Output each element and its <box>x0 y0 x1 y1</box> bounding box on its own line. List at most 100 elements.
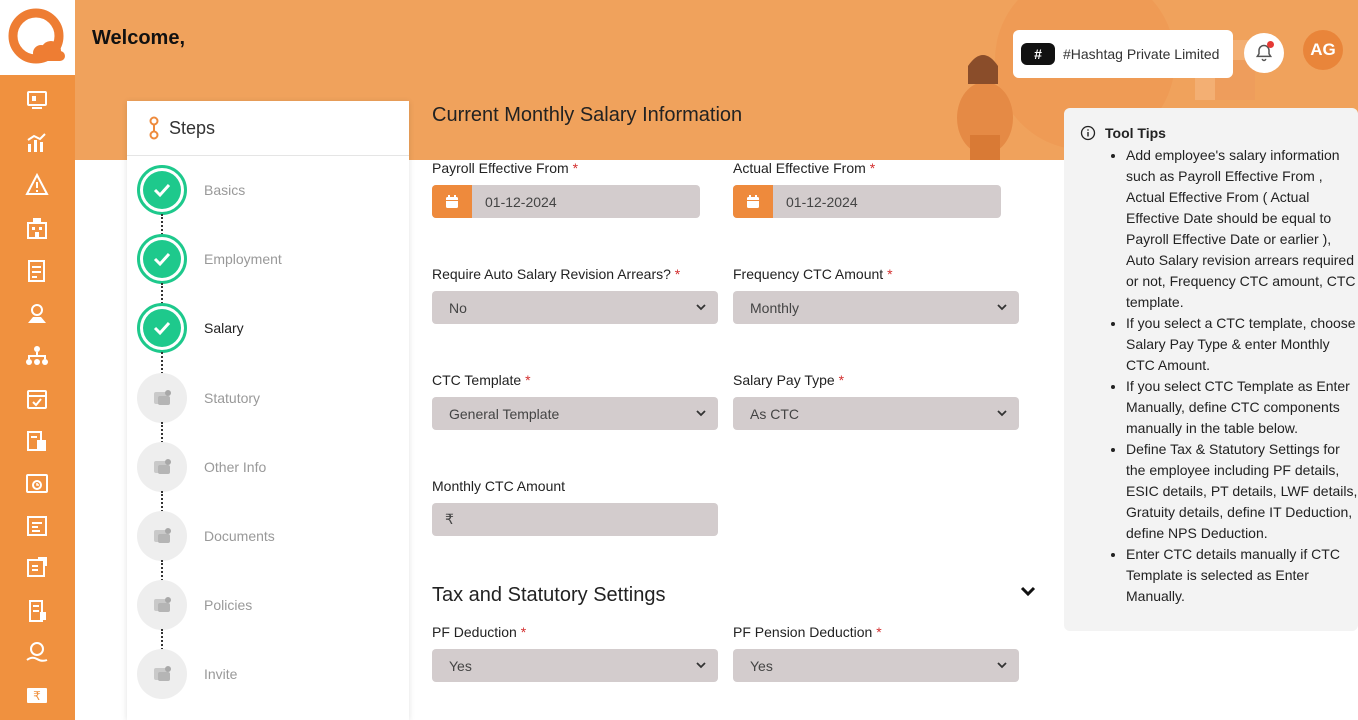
step-illustration-icon <box>154 459 171 474</box>
sidebar-item-analytics[interactable] <box>22 128 52 158</box>
reports-icon <box>27 516 47 536</box>
user-avatar[interactable]: AG <box>1303 30 1343 70</box>
pf-deduction-select[interactable]: Yes <box>432 649 718 682</box>
company-selector[interactable]: # #Hashtag Private Limited <box>1013 30 1233 78</box>
payroll-date-picker-button[interactable] <box>432 185 472 218</box>
payroll-effective-from-label: Payroll Effective From * <box>432 160 579 176</box>
payroll-effective-from-input[interactable]: 01-12-2024 <box>432 185 700 218</box>
step-illustration-icon <box>154 390 171 405</box>
step-complete-indicator <box>137 234 187 284</box>
step-other-info[interactable]: Other Info <box>137 441 397 493</box>
chevron-down-icon <box>997 304 1007 311</box>
notification-dot <box>1267 41 1274 48</box>
documents-icon <box>29 600 46 622</box>
frequency-ctc-select[interactable]: Monthly <box>733 291 1019 324</box>
org-chart-icon <box>26 346 48 365</box>
chevron-down-icon <box>696 410 706 417</box>
notifications-button[interactable] <box>1244 33 1284 73</box>
calendar-check-icon <box>27 390 47 409</box>
chevron-down-icon[interactable] <box>1018 584 1038 600</box>
tooltips-panel: Tool Tips Add employee's salary informat… <box>1064 108 1358 631</box>
sidebar-item-payslip[interactable] <box>22 426 52 456</box>
step-label: Other Info <box>204 459 267 475</box>
expense-icon <box>27 557 47 577</box>
sidebar-item-documents[interactable] <box>22 596 52 626</box>
step-salary[interactable]: Salary <box>137 302 397 354</box>
step-label: Basics <box>204 182 246 198</box>
tooltip-item: Enter CTC details manually if CTC Templa… <box>1126 544 1358 607</box>
sidebar-item-payroll-rupee[interactable]: ₹ <box>22 680 52 710</box>
step-pending-indicator <box>137 511 187 561</box>
building-icon <box>27 218 47 239</box>
sidebar-item-calendar-check[interactable] <box>22 384 52 414</box>
sidebar-item-tax[interactable] <box>22 256 52 286</box>
actual-date-picker-button[interactable] <box>733 185 773 218</box>
logo-icon <box>8 8 65 63</box>
step-label: Invite <box>204 666 238 682</box>
company-name: #Hashtag Private Limited <box>1063 46 1220 62</box>
step-connector <box>161 560 163 581</box>
steps-title: Steps <box>169 117 216 138</box>
auto-arrears-value: No <box>449 299 467 316</box>
sidebar-item-alert[interactable] <box>22 170 52 200</box>
tooltips-header: Tool Tips <box>1080 125 1358 141</box>
salary-pay-type-value: As CTC <box>750 405 799 422</box>
ctc-template-select[interactable]: General Template <box>432 397 718 430</box>
actual-effective-from-input[interactable]: 01-12-2024 <box>733 185 1001 218</box>
sidebar-item-award[interactable] <box>22 298 52 328</box>
auto-arrears-select[interactable]: No <box>432 291 718 324</box>
steps-panel: Steps Basics Employment Salary Statutory Oth… <box>127 101 409 720</box>
step-complete-indicator <box>137 303 187 353</box>
chevron-down-icon <box>997 410 1007 417</box>
sidebar-item-attendance-clock[interactable] <box>22 468 52 498</box>
sidebar-item-benefits[interactable] <box>22 638 52 668</box>
pf-pension-select[interactable]: Yes <box>733 649 1019 682</box>
app-logo[interactable] <box>0 0 75 75</box>
step-statutory[interactable]: Statutory <box>137 372 397 424</box>
steps-header: Steps <box>127 101 409 156</box>
sidebar-item-building[interactable] <box>22 213 52 243</box>
step-illustration-icon <box>154 528 171 543</box>
step-connector <box>161 422 163 443</box>
tooltip-item: If you select a CTC template, choose Sal… <box>1126 313 1358 376</box>
step-connector <box>161 491 163 512</box>
calendar-icon <box>446 194 458 208</box>
step-invite[interactable]: Invite <box>137 648 397 700</box>
sidebar: ₹ <box>0 0 75 720</box>
step-connector <box>161 214 163 235</box>
actual-effective-from-label: Actual Effective From * <box>733 160 876 176</box>
step-employment[interactable]: Employment <box>137 233 397 285</box>
pf-deduction-value: Yes <box>449 657 472 674</box>
rupee-prefix: ₹ <box>445 511 454 527</box>
check-icon <box>153 321 171 336</box>
tooltip-item: Add employee's salary information such a… <box>1126 145 1358 313</box>
step-documents[interactable]: Documents <box>137 510 397 562</box>
pf-pension-value: Yes <box>750 657 773 674</box>
step-pending-indicator <box>137 442 187 492</box>
step-label: Statutory <box>204 390 261 406</box>
monthly-ctc-input[interactable]: ₹ <box>432 503 718 536</box>
step-illustration-icon <box>154 666 171 681</box>
payroll-rupee-icon: ₹ <box>27 688 47 703</box>
actual-effective-from-value: 01-12-2024 <box>786 193 858 210</box>
award-icon <box>28 304 46 323</box>
tooltips-list: Add employee's salary information such a… <box>1110 145 1358 607</box>
sidebar-item-dashboard[interactable] <box>22 86 52 116</box>
salary-pay-type-select[interactable]: As CTC <box>733 397 1019 430</box>
welcome-text: Welcome, <box>92 27 185 49</box>
step-pending-indicator <box>137 580 187 630</box>
svg-text:₹: ₹ <box>33 689 41 703</box>
sidebar-item-org-chart[interactable] <box>22 341 52 371</box>
benefits-icon <box>26 642 48 662</box>
step-illustration-icon <box>154 597 171 612</box>
sidebar-item-expense[interactable] <box>22 553 52 583</box>
chevron-down-icon <box>997 662 1007 669</box>
steps-icon <box>149 116 159 140</box>
company-badge: # <box>1021 43 1055 65</box>
frequency-ctc-label: Frequency CTC Amount * <box>733 266 893 282</box>
step-policies[interactable]: Policies <box>137 579 397 631</box>
step-basics[interactable]: Basics <box>137 164 397 216</box>
sidebar-item-reports[interactable] <box>22 511 52 541</box>
tax-icon <box>28 260 45 282</box>
info-icon <box>1080 125 1096 141</box>
